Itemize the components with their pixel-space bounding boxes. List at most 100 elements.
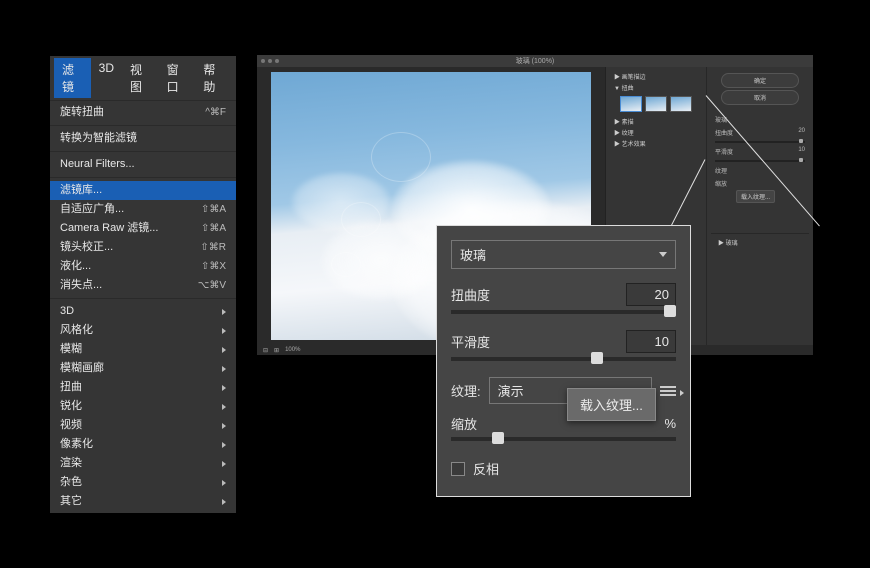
menubar-item-view[interactable]: 视图	[122, 58, 159, 98]
cancel-button[interactable]: 取消	[721, 90, 799, 105]
category-brush-strokes[interactable]: ▶ 画笔描边	[610, 71, 702, 82]
menu-item-filter-gallery[interactable]: 滤镜库...	[50, 181, 236, 200]
menu-item-sharpen[interactable]: 锐化	[50, 397, 236, 416]
zoom-out-icon[interactable]: ⊟	[263, 347, 268, 354]
menu-label: 视频	[60, 418, 82, 433]
window-controls[interactable]	[261, 59, 279, 63]
ok-button[interactable]: 确定	[721, 73, 799, 88]
filter-thumb[interactable]	[645, 96, 667, 112]
menu-item-noise[interactable]: 杂色	[50, 473, 236, 492]
menu-item-last-filter[interactable]: 旋转扭曲 ^⌘F	[50, 103, 236, 122]
filter-thumb[interactable]	[670, 96, 692, 112]
mini-effect-dropdown[interactable]: 玻璃	[711, 113, 809, 126]
menu-label: 模糊	[60, 342, 82, 357]
submenu-arrow-icon	[222, 423, 226, 429]
invert-checkbox[interactable]	[451, 462, 465, 476]
window-title: 玻璃 (100%)	[516, 56, 555, 66]
texture-value: 演示	[498, 381, 524, 400]
menu-item-distort[interactable]: 扭曲	[50, 378, 236, 397]
menu-item-blur-gallery[interactable]: 模糊画廊	[50, 359, 236, 378]
menu-item-convert-smart[interactable]: 转换为智能滤镜	[50, 129, 236, 148]
submenu-arrow-icon	[222, 347, 226, 353]
scale-label: 缩放	[451, 414, 477, 433]
menu-item-adaptive-wide-angle[interactable]: 自适应广角... ⇧⌘A	[50, 200, 236, 219]
mini-load-texture-button[interactable]: 载入纹理...	[736, 190, 775, 203]
submenu-arrow-icon	[222, 480, 226, 486]
zoom-in-icon[interactable]: ⊞	[274, 347, 279, 354]
mini-param-label: 平滑度	[715, 147, 733, 156]
menu-label: 锐化	[60, 399, 82, 414]
category-sketch[interactable]: ▶ 素描	[610, 116, 702, 127]
menu-item-render[interactable]: 渲染	[50, 454, 236, 473]
menu-item-video[interactable]: 视频	[50, 416, 236, 435]
scale-unit: %	[664, 416, 676, 431]
menu-shortcut: ⇧⌘X	[201, 259, 226, 274]
mini-slider[interactable]	[715, 141, 805, 143]
menu-item-blur[interactable]: 模糊	[50, 340, 236, 359]
param-smoothness-label: 平滑度	[451, 332, 490, 351]
submenu-arrow-icon	[222, 366, 226, 372]
mini-texture-label: 纹理	[715, 166, 727, 175]
slider-thumb[interactable]	[591, 352, 603, 364]
effect-name: 玻璃	[460, 245, 486, 264]
menu-label: 扭曲	[60, 380, 82, 395]
close-icon[interactable]	[261, 59, 265, 63]
minimize-icon[interactable]	[268, 59, 272, 63]
effect-layer[interactable]: ▶ 玻璃	[714, 237, 806, 248]
mini-slider[interactable]	[715, 160, 805, 162]
menu-shortcut: ^⌘F	[205, 105, 226, 120]
menu-item-liquify[interactable]: 液化... ⇧⌘X	[50, 257, 236, 276]
window-titlebar[interactable]: 玻璃 (100%)	[257, 55, 813, 67]
menu-label: 3D	[60, 304, 74, 319]
menu-shortcut: ⇧⌘A	[201, 221, 226, 236]
menu-label: 旋转扭曲	[60, 105, 104, 120]
maximize-icon[interactable]	[275, 59, 279, 63]
menu-item-pixelate[interactable]: 像素化	[50, 435, 236, 454]
mini-scale-label: 缩放	[715, 179, 727, 188]
menu-item-3d-submenu[interactable]: 3D	[50, 302, 236, 321]
filter-thumb[interactable]	[620, 96, 642, 112]
menu-label: 液化...	[60, 259, 91, 274]
mini-param-value: 20	[798, 128, 805, 137]
menu-item-vanishing-point[interactable]: 消失点... ⌥⌘V	[50, 276, 236, 295]
menu-label: 像素化	[60, 437, 93, 452]
slider-thumb[interactable]	[492, 432, 504, 444]
param-distortion-label: 扭曲度	[451, 285, 490, 304]
menu-item-stylize[interactable]: 风格化	[50, 321, 236, 340]
scale-slider[interactable]	[451, 437, 676, 441]
menu-label: 杂色	[60, 475, 82, 490]
load-texture-button[interactable]: 载入纹理...	[567, 388, 656, 421]
param-smoothness-value[interactable]: 10	[626, 330, 676, 353]
menubar-item-window[interactable]: 窗口	[159, 58, 196, 98]
filter-settings: 确定 取消 玻璃 扭曲度20 平滑度10 纹理 缩放 载入纹理... ▶ 玻璃	[706, 67, 813, 345]
menubar-item-3d[interactable]: 3D	[91, 58, 122, 98]
menu-label: 渲染	[60, 456, 82, 471]
menu-label: 消失点...	[60, 278, 102, 293]
menubar-item-filter[interactable]: 滤镜	[54, 58, 91, 98]
effect-dropdown[interactable]: 玻璃	[451, 240, 676, 269]
menu-item-other[interactable]: 其它	[50, 492, 236, 511]
texture-menu-icon[interactable]	[660, 386, 676, 396]
invert-label: 反相	[473, 459, 499, 478]
submenu-arrow-icon	[222, 461, 226, 467]
submenu-arrow-icon	[222, 404, 226, 410]
submenu-arrow-icon	[222, 385, 226, 391]
menu-label: Neural Filters...	[60, 157, 135, 172]
submenu-arrow-icon	[222, 328, 226, 334]
smoothness-slider[interactable]	[451, 357, 676, 361]
menubar-item-help[interactable]: 帮助	[195, 58, 232, 98]
menu-item-neural-filters[interactable]: Neural Filters...	[50, 155, 236, 174]
glass-filter-settings-callout: 玻璃 扭曲度 20 平滑度 10 纹理: 演示 缩放 % 反相 载入纹理...	[436, 225, 691, 497]
param-distortion-value[interactable]: 20	[626, 283, 676, 306]
menu-shortcut: ⌥⌘V	[198, 278, 226, 293]
category-artistic[interactable]: ▶ 艺术效果	[610, 138, 702, 149]
category-texture[interactable]: ▶ 纹理	[610, 127, 702, 138]
menu-item-camera-raw[interactable]: Camera Raw 滤镜... ⇧⌘A	[50, 219, 236, 238]
mini-param-value: 10	[798, 147, 805, 156]
distortion-slider[interactable]	[451, 310, 676, 314]
menu-shortcut: ⇧⌘R	[200, 240, 226, 255]
menu-item-lens-correction[interactable]: 镜头校正... ⇧⌘R	[50, 238, 236, 257]
slider-thumb[interactable]	[664, 305, 676, 317]
category-distort[interactable]: ▼ 扭曲	[610, 82, 702, 93]
menu-label: 风格化	[60, 323, 93, 338]
